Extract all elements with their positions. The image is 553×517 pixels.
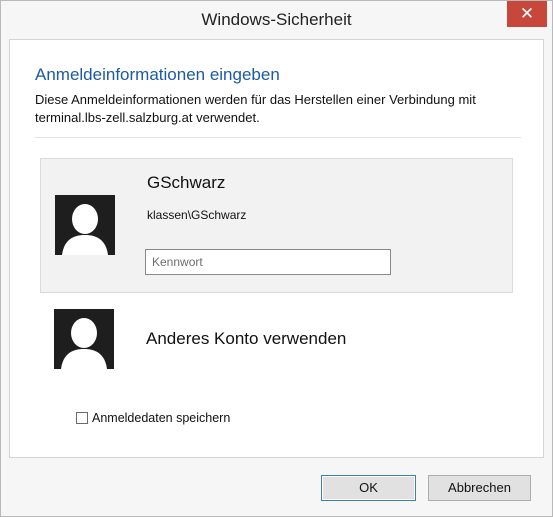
password-input[interactable] — [145, 249, 391, 275]
close-icon: ✕ — [519, 4, 535, 23]
account-name: GSchwarz — [147, 173, 226, 192]
dialog-heading: Anmeldeinformationen eingeben — [35, 65, 280, 84]
other-account-label: Anderes Konto verwenden — [146, 329, 347, 348]
user-silhouette-icon — [54, 309, 114, 369]
other-account-tile[interactable]: Anderes Konto verwenden — [40, 300, 513, 380]
remember-credentials-checkbox[interactable] — [76, 412, 88, 424]
account-tile-selected[interactable]: GSchwarz klassen\GSchwarz — [40, 158, 513, 293]
user-silhouette-icon — [55, 195, 115, 255]
title-bar[interactable]: Windows-Sicherheit ✕ — [1, 1, 552, 39]
dialog-description: Diese Anmeldeinformationen werden für da… — [35, 92, 476, 125]
divider — [35, 137, 521, 138]
cancel-button[interactable]: Abbrechen — [428, 475, 531, 501]
dialog-content: Anmeldeinformationen eingeben Diese Anme… — [9, 39, 544, 458]
ok-button[interactable]: OK — [321, 475, 416, 501]
window-title: Windows-Sicherheit — [201, 10, 352, 29]
remember-credentials-label: Anmeldedaten speichern — [92, 411, 231, 425]
account-domain-user: klassen\GSchwarz — [147, 208, 247, 222]
close-button[interactable]: ✕ — [507, 1, 547, 27]
credential-dialog: Windows-Sicherheit ✕ Anmeldeinformatione… — [0, 0, 553, 517]
